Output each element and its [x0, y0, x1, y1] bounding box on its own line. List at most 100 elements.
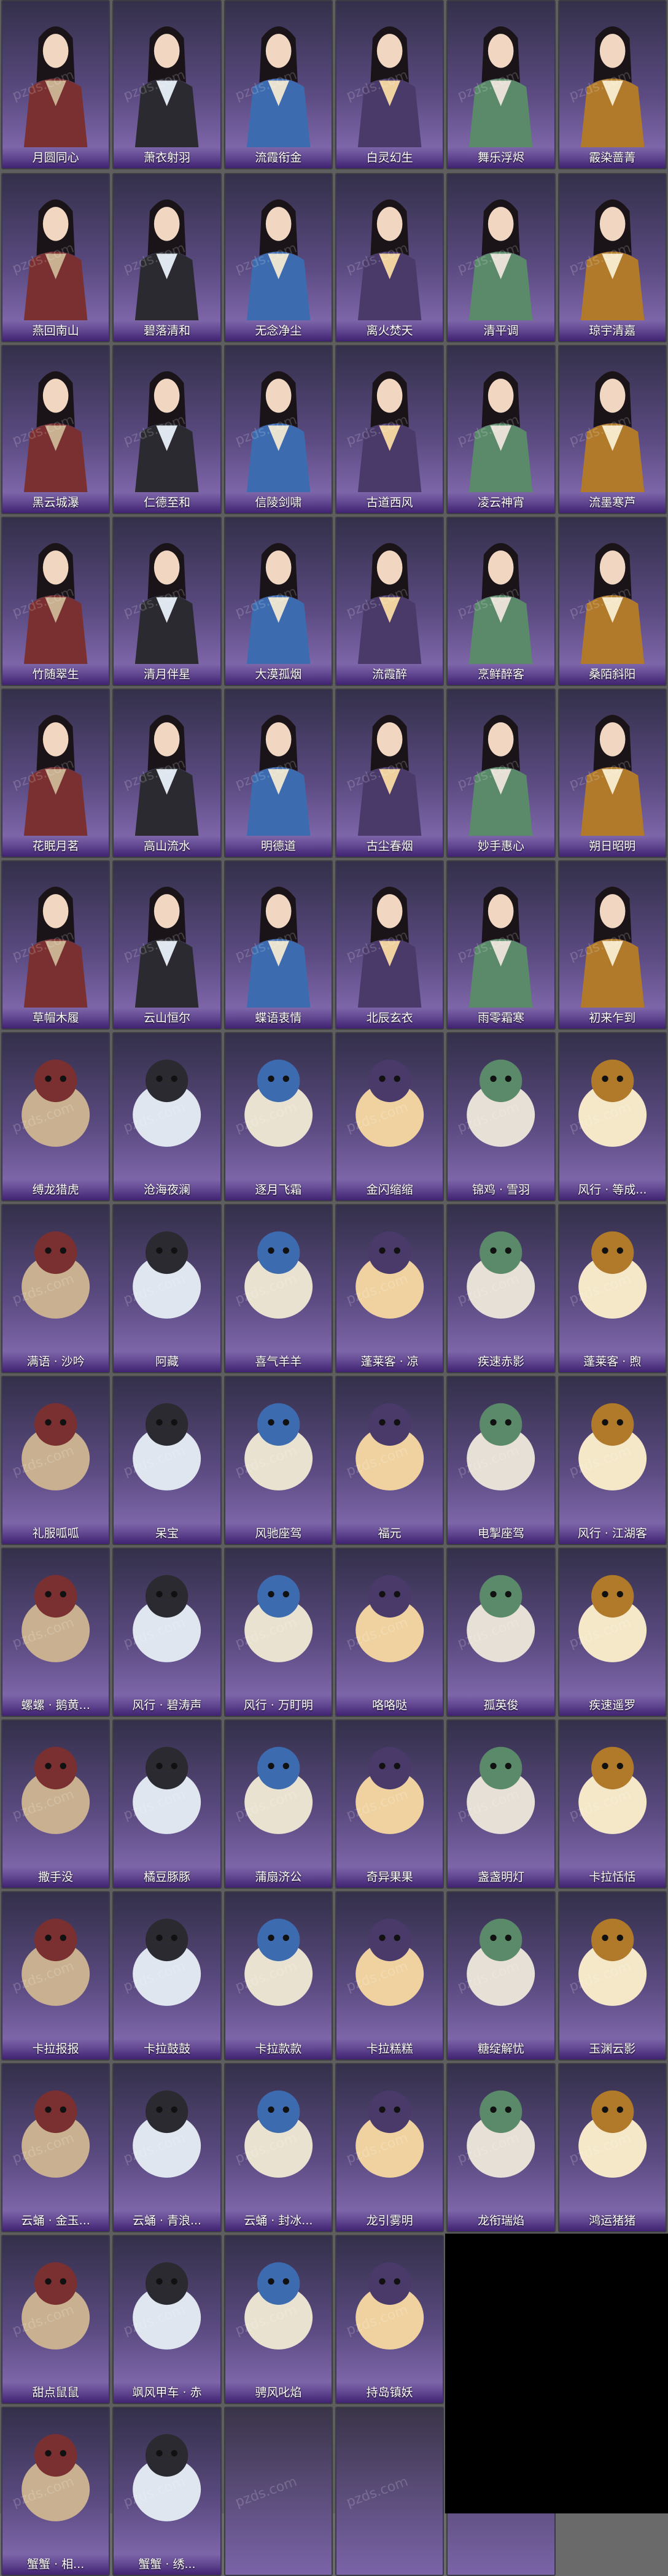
- item-card[interactable]: pzds.com电掣座驾: [446, 1376, 556, 1545]
- item-card[interactable]: pzds.com螺螺 · 鹅黄...: [1, 1548, 111, 1717]
- item-card[interactable]: pzds.com阿藏: [112, 1204, 222, 1373]
- item-card[interactable]: pzds.com朔日昭明: [557, 688, 667, 858]
- item-portrait: [336, 2064, 443, 2210]
- item-card[interactable]: pzds.com云山恒尔: [112, 860, 222, 1030]
- item-card[interactable]: pzds.com仁德至和: [112, 345, 222, 514]
- item-card[interactable]: pzds.com明德道: [223, 688, 333, 858]
- item-card[interactable]: pzds.com花眠月茗: [1, 688, 111, 858]
- item-name-label: 古道西风: [336, 492, 443, 513]
- item-portrait: [559, 518, 666, 664]
- item-card[interactable]: pzds.com雨零霜寒: [446, 860, 556, 1030]
- item-card[interactable]: pzds.com流霞醉: [335, 517, 445, 686]
- item-portrait: [2, 1721, 109, 1867]
- item-card[interactable]: pzds.com蟹蟹 · 绣...: [112, 2407, 222, 2576]
- item-card[interactable]: pzds.com卡拉鼓鼓: [112, 1891, 222, 2061]
- item-card[interactable]: pzds.com燕回南山: [1, 173, 111, 342]
- item-card[interactable]: pzds.com蓬莱客 · 凉: [335, 1204, 445, 1373]
- item-card[interactable]: pzds.com烹鲜醉客: [446, 517, 556, 686]
- item-card[interactable]: pzds.com蒲扇济公: [223, 1719, 333, 1889]
- item-portrait: [114, 2064, 220, 2210]
- item-portrait: [336, 690, 443, 836]
- item-card[interactable]: pzds.com云蛹 · 青浪...: [112, 2063, 222, 2232]
- item-card[interactable]: pzds.com大漠孤烟: [223, 517, 333, 686]
- item-card[interactable]: pzds.com清月伴星: [112, 517, 222, 686]
- item-card[interactable]: pzds.com蓬莱客 · 煦: [557, 1204, 667, 1373]
- item-card[interactable]: pzds.com骋风叱焰: [223, 2235, 333, 2404]
- item-card[interactable]: pzds.com卡拉糕糕: [335, 1891, 445, 2061]
- item-card[interactable]: pzds.com咯咯哒: [335, 1548, 445, 1717]
- item-card[interactable]: pzds.com蟹蟹 · 相...: [1, 2407, 111, 2576]
- item-card[interactable]: pzds.com风行 · 江湖客: [557, 1376, 667, 1545]
- item-card[interactable]: pzds.com凌云神宵: [446, 345, 556, 514]
- item-card[interactable]: pzds.com飒风甲车 · 赤: [112, 2235, 222, 2404]
- item-card[interactable]: pzds.com清平调: [446, 173, 556, 342]
- item-card[interactable]: pzds.com龙衔瑞焰: [446, 2063, 556, 2232]
- item-portrait: [2, 2408, 109, 2554]
- item-card[interactable]: pzds.com云蛹 · 金玉...: [1, 2063, 111, 2232]
- item-card[interactable]: pzds.com逐月飞霜: [223, 1032, 333, 1201]
- item-card[interactable]: pzds.com萧衣射羽: [112, 0, 222, 169]
- item-card[interactable]: pzds.com草帽木履: [1, 860, 111, 1030]
- item-card[interactable]: pzds.com流霞衔金: [223, 0, 333, 169]
- item-card[interactable]: pzds.com持岛镇妖: [335, 2235, 445, 2404]
- item-card[interactable]: pzds.com满语 · 沙吟: [1, 1204, 111, 1373]
- item-portrait: [336, 1549, 443, 1695]
- item-card[interactable]: pzds.com鸿运猪猪: [557, 2063, 667, 2232]
- item-card[interactable]: pzds.com黑云城瀑: [1, 345, 111, 514]
- item-card[interactable]: pzds.com卡拉款款: [223, 1891, 333, 2061]
- item-card[interactable]: pzds.com信陵剑啸: [223, 345, 333, 514]
- item-card[interactable]: pzds.com古道西风: [335, 345, 445, 514]
- item-card[interactable]: pzds.com舞乐浮烬: [446, 0, 556, 169]
- item-name-label: 蓬莱客 · 凉: [336, 1351, 443, 1372]
- item-card[interactable]: pzds.com橘豆豚豚: [112, 1719, 222, 1889]
- item-card[interactable]: pzds.com初来乍到: [557, 860, 667, 1030]
- item-card[interactable]: pzds.com风行 · 碧涛声: [112, 1548, 222, 1717]
- item-card[interactable]: pzds.com霰染蔷菁: [557, 0, 667, 169]
- item-card[interactable]: pzds.com盏盏明灯: [446, 1719, 556, 1889]
- item-card[interactable]: pzds.com流墨寒芦: [557, 345, 667, 514]
- item-card[interactable]: pzds.com风行 · 等成...: [557, 1032, 667, 1201]
- item-card[interactable]: pzds.com无念净尘: [223, 173, 333, 342]
- item-name-label: 雨零霜寒: [448, 1008, 554, 1028]
- item-card[interactable]: pzds.com呆宝: [112, 1376, 222, 1545]
- item-card[interactable]: pzds.com桑陌斜阳: [557, 517, 667, 686]
- item-card[interactable]: pzds.com礼服呱呱: [1, 1376, 111, 1545]
- item-card[interactable]: pzds.com疾速赤影: [446, 1204, 556, 1373]
- item-card[interactable]: pzds.com玉渊云影: [557, 1891, 667, 2061]
- item-card[interactable]: pzds.com风行 · 万盯明: [223, 1548, 333, 1717]
- item-card[interactable]: pzds.com撒手没: [1, 1719, 111, 1889]
- item-card[interactable]: pzds.com离火焚天: [335, 173, 445, 342]
- item-portrait: [336, 518, 443, 664]
- item-card[interactable]: pzds.com卡拉报报: [1, 1891, 111, 2061]
- item-card[interactable]: pzds.com风驰座驾: [223, 1376, 333, 1545]
- item-card[interactable]: pzds.com卡拉恬恬: [557, 1719, 667, 1889]
- item-card[interactable]: pzds.com龙引雾明: [335, 2063, 445, 2232]
- item-card[interactable]: pzds.com疾速遥罗: [557, 1548, 667, 1717]
- item-card[interactable]: pzds.com缚龙猎虎: [1, 1032, 111, 1201]
- item-card[interactable]: pzds.com月圆同心: [1, 0, 111, 169]
- item-card[interactable]: pzds.com蝶语衷情: [223, 860, 333, 1030]
- item-card[interactable]: pzds.com奇异果果: [335, 1719, 445, 1889]
- item-card[interactable]: pzds.com孤英俊: [446, 1548, 556, 1717]
- item-card[interactable]: pzds.com竹随翠生: [1, 517, 111, 686]
- item-card[interactable]: pzds.com: [335, 2407, 445, 2576]
- item-card[interactable]: pzds.com糖绽解忧: [446, 1891, 556, 2061]
- item-name-label: 沧海夜澜: [114, 1179, 220, 1200]
- item-card[interactable]: pzds.com妙手惠心: [446, 688, 556, 858]
- item-card[interactable]: pzds.com古尘春烟: [335, 688, 445, 858]
- item-card[interactable]: pzds.com云蛹 · 封冰...: [223, 2063, 333, 2232]
- item-card[interactable]: pzds.com: [223, 2407, 333, 2576]
- item-card[interactable]: pzds.com白灵幻生: [335, 0, 445, 169]
- item-card[interactable]: pzds.com喜气羊羊: [223, 1204, 333, 1373]
- item-card[interactable]: pzds.com福元: [335, 1376, 445, 1545]
- item-card[interactable]: pzds.com高山流水: [112, 688, 222, 858]
- item-card[interactable]: pzds.com沧海夜澜: [112, 1032, 222, 1201]
- item-card[interactable]: pzds.com甜点鼠鼠: [1, 2235, 111, 2404]
- item-card[interactable]: pzds.com金闪缩缩: [335, 1032, 445, 1201]
- item-card[interactable]: pzds.com碧落清和: [112, 173, 222, 342]
- item-portrait: [448, 1892, 554, 2038]
- item-card[interactable]: pzds.com北辰玄衣: [335, 860, 445, 1030]
- item-card[interactable]: pzds.com琼宇清嘉: [557, 173, 667, 342]
- item-card[interactable]: pzds.com锦鸡 · 雪羽: [446, 1032, 556, 1201]
- item-name-label: 鸿运猪猪: [559, 2210, 666, 2231]
